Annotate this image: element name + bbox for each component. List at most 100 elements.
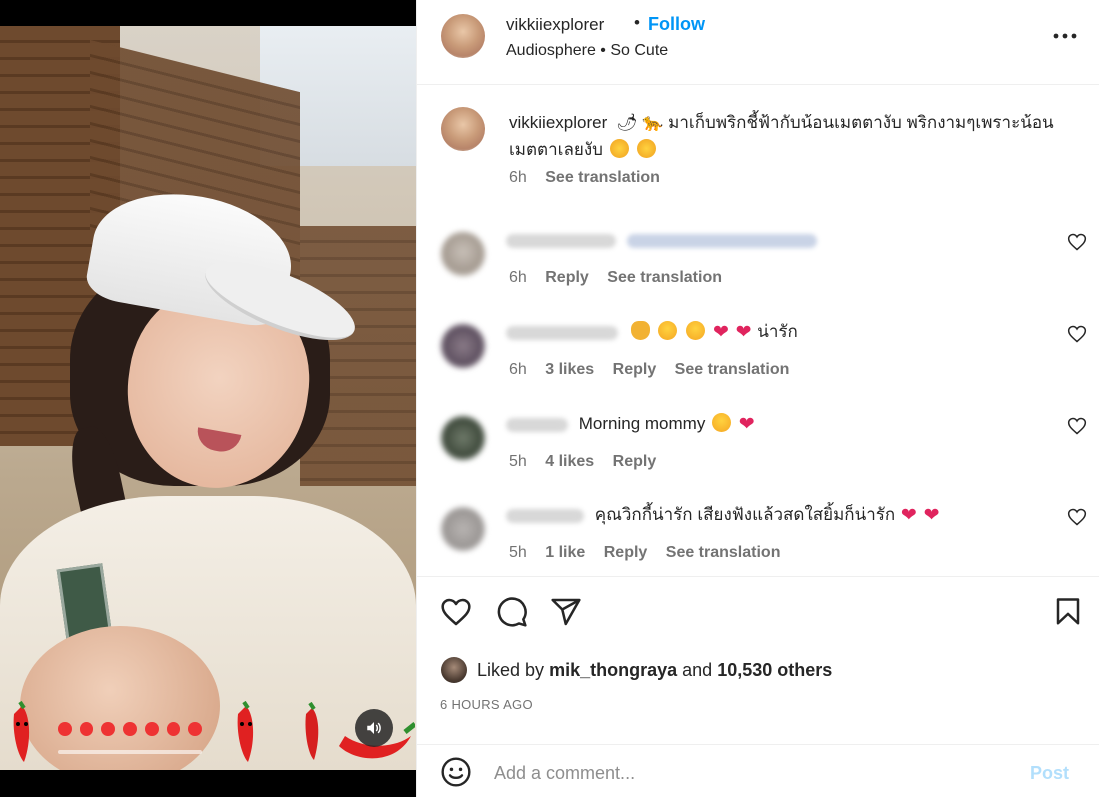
comment-like-icon[interactable] <box>1067 507 1087 527</box>
comment-reply[interactable]: Reply <box>613 453 657 470</box>
comment-time[interactable]: 6h <box>509 361 527 378</box>
speaker-icon <box>367 722 381 734</box>
comment-time[interactable]: 6h <box>509 269 527 286</box>
likes-others[interactable]: 10,530 others <box>717 660 832 681</box>
separator-dot: • <box>634 13 640 32</box>
comment-text: ❤ ❤ น่ารัก <box>506 319 798 346</box>
audio-track[interactable]: So Cute <box>610 42 668 59</box>
mute-button[interactable] <box>355 709 393 747</box>
comment-like-icon[interactable] <box>1067 324 1087 344</box>
chili-sticker-icon <box>13 700 30 762</box>
comment-icon <box>497 597 527 627</box>
star-eyes-emoji <box>658 321 678 340</box>
audio-separator: • <box>600 42 611 59</box>
caption-text: vikkiiexplorer 🌶 🐆 มาเก็บพริกชี้ฟ้ากับน้… <box>509 109 1079 163</box>
author-avatar[interactable] <box>441 14 485 58</box>
caption-username[interactable]: vikkiiexplorer <box>509 113 607 132</box>
comment-avatar[interactable] <box>441 324 485 368</box>
save-button[interactable] <box>1051 595 1085 629</box>
comment-meta: 6h Reply See translation <box>509 269 736 287</box>
comment-likes[interactable]: 4 likes <box>545 453 594 470</box>
comment-button[interactable] <box>495 595 529 629</box>
chili-sticker-icon <box>305 702 319 760</box>
author-username[interactable]: vikkiiexplorer <box>506 15 604 35</box>
post-timestamp[interactable]: 6 HOURS AGO <box>440 697 533 712</box>
comment-see-translation[interactable]: See translation <box>607 269 722 286</box>
post-comment-button[interactable]: Post <box>1030 763 1069 784</box>
red-heart-emoji: ❤ <box>923 505 940 526</box>
comment-see-translation[interactable]: See translation <box>675 361 790 378</box>
heart-icon <box>441 598 471 626</box>
comment-reply[interactable]: Reply <box>613 361 657 378</box>
follow-button[interactable]: Follow <box>648 14 705 35</box>
comment-meta: 5h 4 likes Reply <box>509 453 670 471</box>
video-progress-bar[interactable] <box>58 750 202 754</box>
comment-avatar[interactable] <box>441 507 485 551</box>
comment-like-icon[interactable] <box>1067 232 1087 252</box>
audio-name[interactable]: Audiosphere <box>506 42 596 59</box>
red-heart-emoji: ❤ <box>900 505 917 526</box>
mini-chili-row <box>58 722 203 740</box>
comment-meta: 6h 3 likes Reply See translation <box>509 361 803 379</box>
comment-likes[interactable]: 3 likes <box>545 361 594 378</box>
emoji-icon[interactable] <box>440 756 472 788</box>
comment-like-icon[interactable] <box>1067 416 1087 436</box>
comment-username-blurred[interactable] <box>506 233 616 248</box>
red-heart-emoji: ❤ <box>735 322 752 343</box>
post-panel: vikkiiexplorer • Follow Audiosphere • So… <box>416 0 1099 797</box>
share-icon <box>551 598 581 626</box>
star-eyes-emoji <box>712 413 732 432</box>
more-options-button[interactable] <box>1046 22 1084 50</box>
comment-avatar[interactable] <box>441 416 485 460</box>
clap-emoji <box>630 321 650 340</box>
comment-text: คุณวิกกี้น่ารัก เสียงฟังแล้วสดใสยิ้มก็น่… <box>506 502 941 529</box>
like-button[interactable] <box>439 595 473 629</box>
comment-input[interactable] <box>494 759 1014 787</box>
red-heart-emoji: ❤ <box>712 322 729 343</box>
post-header: vikkiiexplorer • Follow Audiosphere • So… <box>417 0 1099 85</box>
comment-text: Morning mommy ❤ <box>506 411 756 438</box>
comment-username-blurred[interactable] <box>506 325 618 340</box>
chili-sticker-icon <box>237 700 254 762</box>
comment-likes[interactable]: 1 like <box>545 544 585 561</box>
comment-time[interactable]: 5h <box>509 453 527 470</box>
comment-username-blurred[interactable] <box>506 417 568 432</box>
liker-avatar[interactable] <box>441 657 467 683</box>
comment-body: Morning mommy <box>578 414 706 433</box>
grin-emoji <box>637 139 657 158</box>
comment-time[interactable]: 5h <box>509 544 527 561</box>
comment-reply[interactable]: Reply <box>545 269 589 286</box>
red-heart-emoji: ❤ <box>738 414 755 435</box>
comment-item: 6h Reply See translation <box>417 220 1099 310</box>
comment-see-translation[interactable]: See translation <box>666 544 781 561</box>
comment-reply[interactable]: Reply <box>604 544 648 561</box>
reel-video[interactable] <box>0 26 416 770</box>
comment-body: คุณวิกกี้น่ารัก เสียงฟังแล้วสดใสยิ้มก็น่… <box>594 505 896 524</box>
likes-summary: Liked by mik_thongraya and 10,530 others <box>441 655 832 685</box>
post-media[interactable] <box>0 0 416 797</box>
liker-username[interactable]: mik_thongraya <box>549 660 677 681</box>
caption-meta: 6h See translation <box>509 169 674 187</box>
share-button[interactable] <box>549 595 583 629</box>
comment-meta: 5h 1 like Reply See translation <box>509 544 794 562</box>
sweat-smile-emoji <box>609 139 629 158</box>
comment-body: น่ารัก <box>757 322 798 341</box>
likes-prefix: Liked by <box>477 659 545 680</box>
caption-see-translation[interactable]: See translation <box>545 169 660 186</box>
comment-item: ❤ ❤ น่ารัก 6h 3 likes Reply See translat… <box>417 312 1099 402</box>
likes-and: and <box>682 659 713 680</box>
more-icon <box>1053 33 1077 39</box>
comment-username-blurred[interactable] <box>506 508 584 523</box>
comment-item: คุณวิกกี้น่ารัก เสียงฟังแล้วสดใสยิ้มก็น่… <box>417 495 1099 585</box>
add-comment-bar: Post <box>417 744 1099 797</box>
caption-avatar[interactable] <box>441 107 485 151</box>
caption-time[interactable]: 6h <box>509 169 527 186</box>
comment-item: Morning mommy ❤ 5h 4 likes Reply <box>417 404 1099 494</box>
star-eyes-emoji <box>686 321 706 340</box>
audio-info[interactable]: Audiosphere • So Cute <box>506 42 668 60</box>
action-bar <box>417 576 1099 646</box>
bookmark-icon <box>1056 598 1080 625</box>
comment-text <box>506 227 823 253</box>
comment-avatar[interactable] <box>441 232 485 276</box>
comment-body-blurred <box>626 233 817 248</box>
